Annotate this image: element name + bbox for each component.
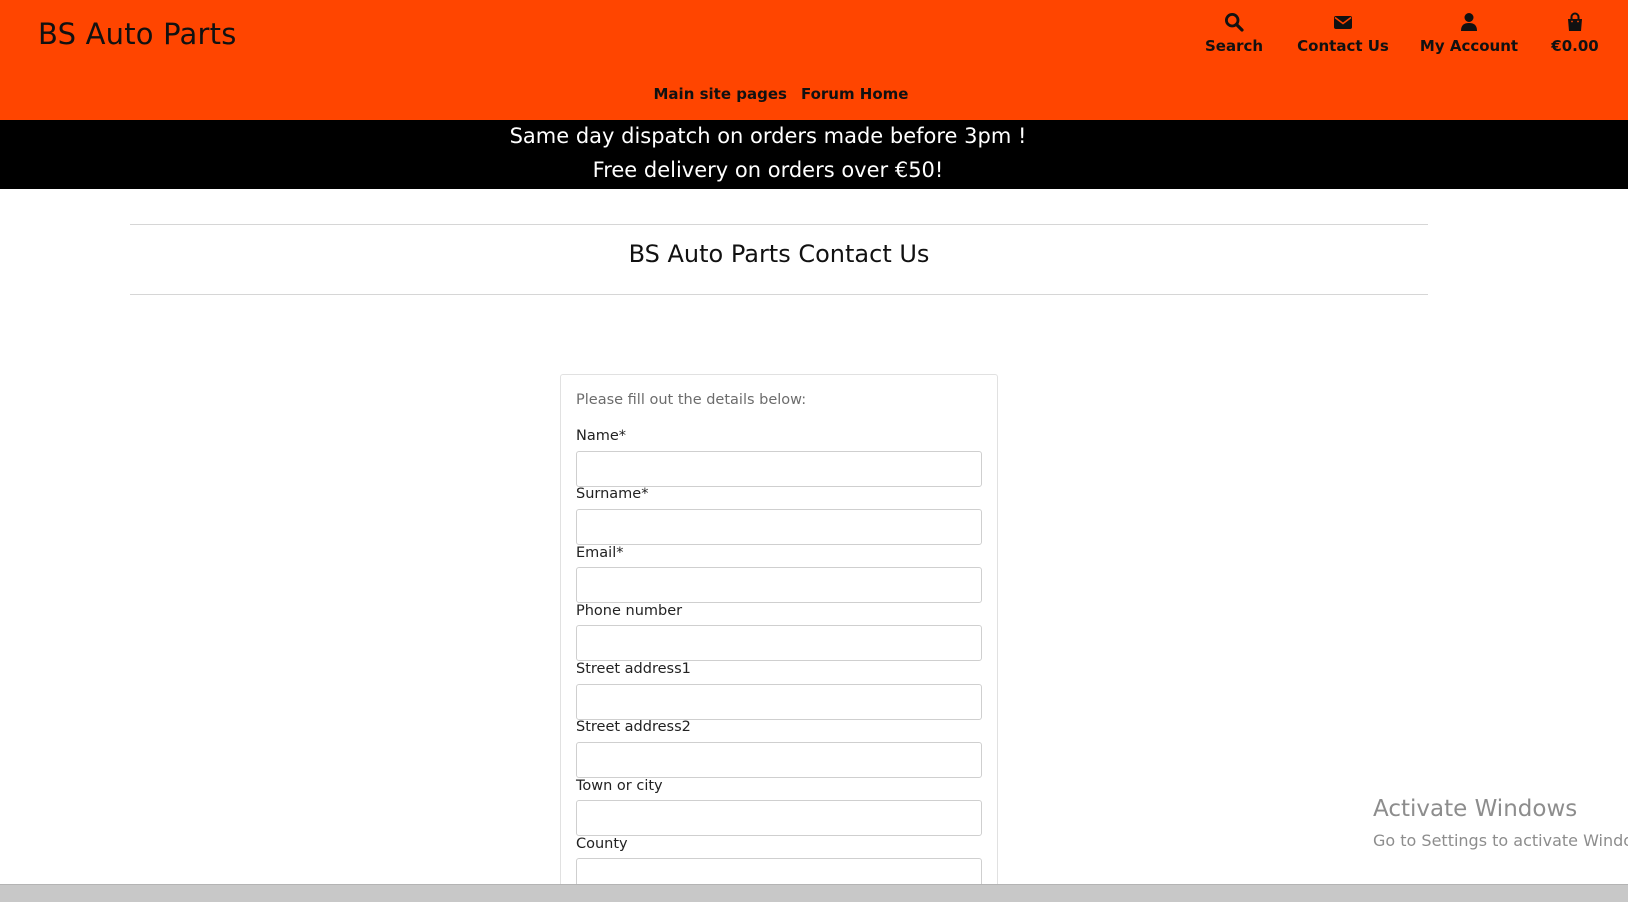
form-intro-text: Please fill out the details below: (576, 392, 807, 408)
phone-label: Phone number (576, 603, 683, 619)
nav-contact-link[interactable]: Contact Us (1297, 12, 1389, 55)
name-label: Name* (576, 428, 627, 444)
town-field[interactable] (576, 800, 982, 836)
county-label: County (576, 836, 628, 852)
nav-search-label: Search (1204, 37, 1264, 55)
shopping-bag-icon (1565, 12, 1585, 32)
horizontal-scrollbar[interactable] (0, 884, 1628, 902)
nav-search-link[interactable]: Search (1205, 12, 1263, 55)
title-divider-top (130, 224, 1428, 225)
brand-logo-link[interactable]: BS Auto Parts (38, 17, 237, 51)
banner-delivery-text: Free delivery on orders over €50! (592, 158, 944, 182)
envelope-icon (1333, 12, 1353, 32)
name-field[interactable] (576, 451, 982, 487)
email-label: Email* (576, 545, 624, 561)
nav-bag-link[interactable]: €0.00 (1550, 12, 1600, 55)
page-title: BS Auto Parts Contact Us (628, 240, 930, 268)
search-icon (1224, 12, 1244, 32)
windows-activation-subtitle: Go to Settings to activate Windo (1373, 831, 1628, 850)
contact-form-card: Please fill out the details below: Name*… (560, 374, 998, 902)
street-address1-field[interactable] (576, 684, 982, 720)
user-icon (1459, 12, 1479, 32)
nav-account-link[interactable]: My Account (1419, 12, 1519, 55)
email-field[interactable] (576, 567, 982, 603)
banner-dispatch-text: Same day dispatch on orders made before … (509, 124, 1027, 148)
nav-bag-total: €0.00 (1551, 37, 1599, 55)
surname-field[interactable] (576, 509, 982, 545)
promo-banner: Same day dispatch on orders made before … (0, 120, 1628, 189)
surname-label: Surname* (576, 486, 649, 502)
phone-field[interactable] (576, 625, 982, 661)
site-header: BS Auto Parts Search Contact Us My Accou… (0, 0, 1628, 120)
title-divider-bottom (130, 294, 1428, 295)
sub-navigation: Main site pages Forum Home (0, 85, 1562, 103)
windows-activation-title: Activate Windows (1373, 796, 1578, 822)
subnav-main-site-pages[interactable]: Main site pages (654, 85, 787, 103)
street-address1-label: Street address1 (576, 661, 691, 677)
street-address2-label: Street address2 (576, 719, 691, 735)
street-address2-field[interactable] (576, 742, 982, 778)
nav-contact-label: Contact Us (1297, 37, 1389, 55)
subnav-forum-home[interactable]: Forum Home (801, 85, 909, 103)
town-label: Town or city (576, 778, 663, 794)
nav-account-label: My Account (1419, 37, 1519, 55)
